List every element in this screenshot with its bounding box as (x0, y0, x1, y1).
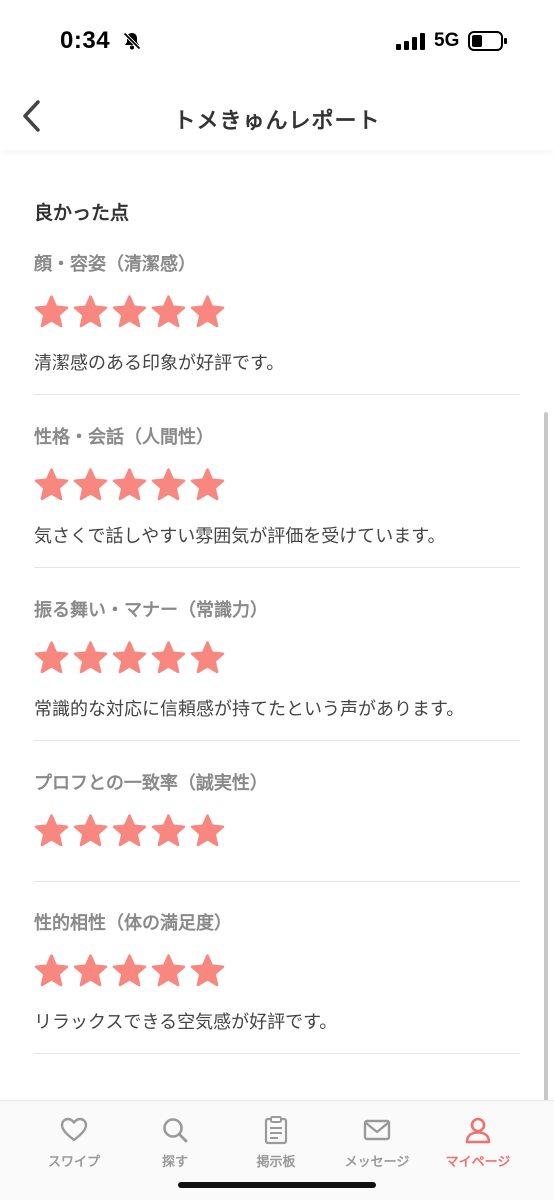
criterion-label: 振る舞い・マナー（常識力） (34, 600, 268, 621)
bell-off-icon (123, 32, 141, 50)
criterion-comment: 常識的な対応に信頼感が持てたという声があります。 (34, 699, 465, 720)
person-icon (465, 1117, 491, 1144)
signal-icon (396, 33, 425, 50)
star-rating (34, 468, 225, 502)
star-icon (112, 295, 147, 328)
criterion-label: 性格・会話（人間性） (34, 427, 214, 448)
star-icon (151, 814, 186, 847)
mail-icon (363, 1119, 391, 1141)
tab-label: メッセージ (344, 1155, 410, 1170)
criterion-comment: 清潔感のある印象が好評です。 (34, 353, 285, 374)
tab-search[interactable]: 探す (125, 1115, 225, 1170)
nav-header: トメきゅんレポート (0, 84, 554, 150)
tab-label: マイページ (445, 1155, 511, 1170)
battery-icon (468, 31, 507, 51)
page-title: トメきゅんレポート (173, 109, 381, 134)
criterion-card: 性的相性（体の満足度） リラックスできる空気感が好評です。 (34, 904, 520, 1054)
status-bar: 0:34 5G (0, 0, 554, 84)
network-label: 5G (434, 30, 460, 51)
status-time: 0:34 (60, 27, 111, 54)
star-icon (190, 295, 225, 328)
search-icon (163, 1118, 188, 1143)
star-icon (73, 468, 108, 501)
star-icon (190, 954, 225, 987)
star-icon (112, 468, 147, 501)
report-content[interactable]: 良かった点 顔・容姿（清潔感） 清潔感のある印象が好評です。 性格・会話（人間性） 気… (0, 150, 554, 1100)
star-rating (34, 295, 225, 329)
star-icon (112, 814, 147, 847)
criterion-label: プロフとの一致率（誠実性） (34, 773, 268, 794)
star-icon (190, 814, 225, 847)
star-icon (73, 954, 108, 987)
criterion-card: 性格・会話（人間性） 気さくで話しやすい雰囲気が評価を受けています。 (34, 418, 520, 568)
star-icon (34, 954, 69, 987)
tab-bar: スワイプ 探す 掲示板 メッセージ マイページ (0, 1100, 554, 1200)
star-icon (151, 954, 186, 987)
star-rating (34, 641, 225, 675)
criterion-card: プロフとの一致率（誠実性） (34, 764, 520, 882)
tab-label: 探す (161, 1155, 188, 1170)
star-icon (73, 295, 108, 328)
tab-message[interactable]: メッセージ (327, 1115, 427, 1170)
criterion-label: 顔・容姿（清潔感） (34, 254, 196, 275)
star-icon (112, 954, 147, 987)
criterion-card: 顔・容姿（清潔感） 清潔感のある印象が好評です。 (34, 245, 520, 395)
tab-label: スワイプ (47, 1155, 100, 1170)
star-icon (34, 468, 69, 501)
star-icon (73, 814, 108, 847)
section-title: 良かった点 (34, 202, 130, 224)
star-icon (34, 641, 69, 674)
star-icon (151, 295, 186, 328)
clipboard-icon (264, 1116, 288, 1145)
criterion-comment: 気さくで話しやすい雰囲気が評価を受けています。 (34, 526, 446, 547)
star-icon (73, 641, 108, 674)
tab-mypage[interactable]: マイページ (428, 1115, 528, 1170)
star-rating (34, 954, 225, 988)
star-icon (190, 468, 225, 501)
star-icon (151, 641, 186, 674)
home-indicator (178, 1182, 376, 1188)
star-icon (151, 468, 186, 501)
criterion-comment: リラックスできる空気感が好評です。 (34, 1012, 338, 1033)
tab-label: 掲示板 (256, 1155, 296, 1170)
star-icon (190, 641, 225, 674)
criterion-card: 振る舞い・マナー（常識力） 常識的な対応に信頼感が持てたという声があります。 (34, 591, 520, 741)
heart-icon (60, 1117, 88, 1142)
scrollbar[interactable] (544, 412, 548, 1100)
criterion-label: 性的相性（体の満足度） (34, 913, 232, 934)
tab-swipe[interactable]: スワイプ (24, 1115, 124, 1170)
star-rating (34, 814, 225, 848)
star-icon (34, 814, 69, 847)
star-icon (112, 641, 147, 674)
star-icon (34, 295, 69, 328)
tab-board[interactable]: 掲示板 (226, 1115, 326, 1170)
